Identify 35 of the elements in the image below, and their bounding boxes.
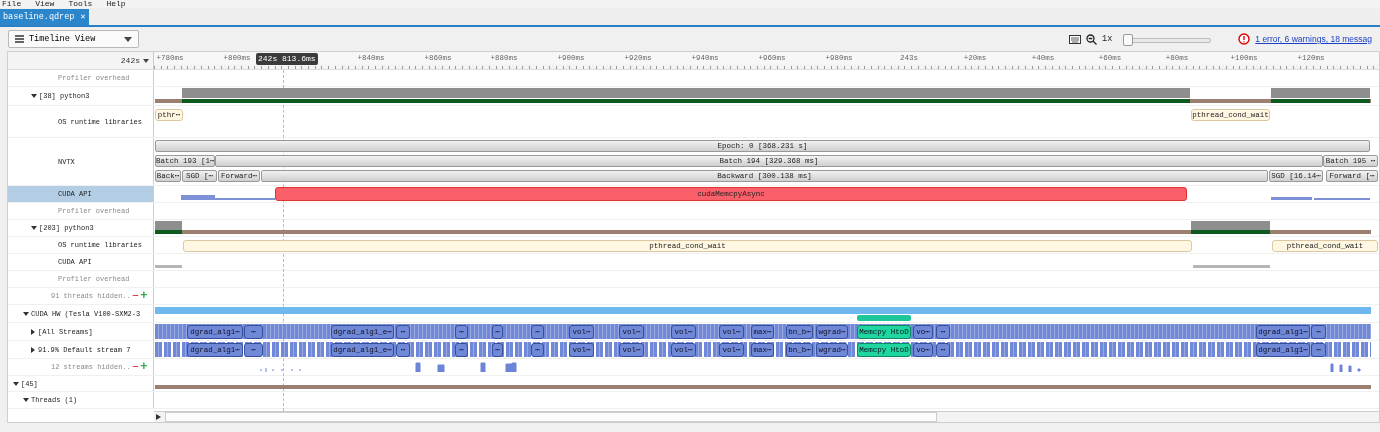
caret-icon [124, 36, 132, 42]
collapse-button[interactable]: — [132, 363, 139, 371]
slider-thumb[interactable] [1123, 34, 1134, 46]
caret-icon [143, 58, 149, 63]
error-icon [1238, 33, 1251, 45]
expand-button[interactable]: + [140, 363, 148, 371]
collapse-button[interactable]: — [132, 292, 139, 300]
keyboard-icon[interactable] [1069, 34, 1082, 44]
menu-item[interactable]: Help [106, 0, 126, 8]
scrollbar-thumb[interactable] [165, 412, 937, 422]
expand-button[interactable]: + [140, 292, 148, 300]
cursor-time-tooltip: 242s 813.6ms [256, 53, 318, 65]
menu-icon [15, 35, 24, 43]
document-tab[interactable]: baseline.qdrep ✕ [0, 9, 89, 25]
messages-link[interactable]: 1 error, 6 warnings, 18 messag [1255, 34, 1372, 44]
zoom-level: 1x [1102, 34, 1113, 44]
scroll-left-icon[interactable] [156, 414, 161, 420]
zoom-out-icon[interactable] [1086, 33, 1098, 45]
caret-icon[interactable] [31, 93, 37, 99]
zoom-slider[interactable] [1123, 33, 1212, 45]
time-base-dropdown[interactable]: 242s [8, 52, 154, 69]
caret-icon[interactable] [30, 346, 36, 353]
menu-item[interactable]: File [2, 0, 22, 8]
caret-icon[interactable] [13, 380, 19, 387]
close-icon[interactable]: ✕ [80, 12, 86, 22]
caret-icon[interactable] [31, 225, 37, 231]
caret-icon[interactable] [23, 397, 29, 403]
menu-item[interactable]: Tools [68, 0, 93, 8]
caret-icon[interactable] [23, 310, 29, 317]
horizontal-scrollbar[interactable] [154, 411, 1379, 422]
caret-icon[interactable] [30, 328, 36, 335]
memcpy-band [857, 315, 911, 321]
thread-state-bar [155, 221, 182, 231]
menu-item[interactable]: View [35, 0, 55, 8]
view-dropdown[interactable]: Timeline View [8, 30, 139, 48]
